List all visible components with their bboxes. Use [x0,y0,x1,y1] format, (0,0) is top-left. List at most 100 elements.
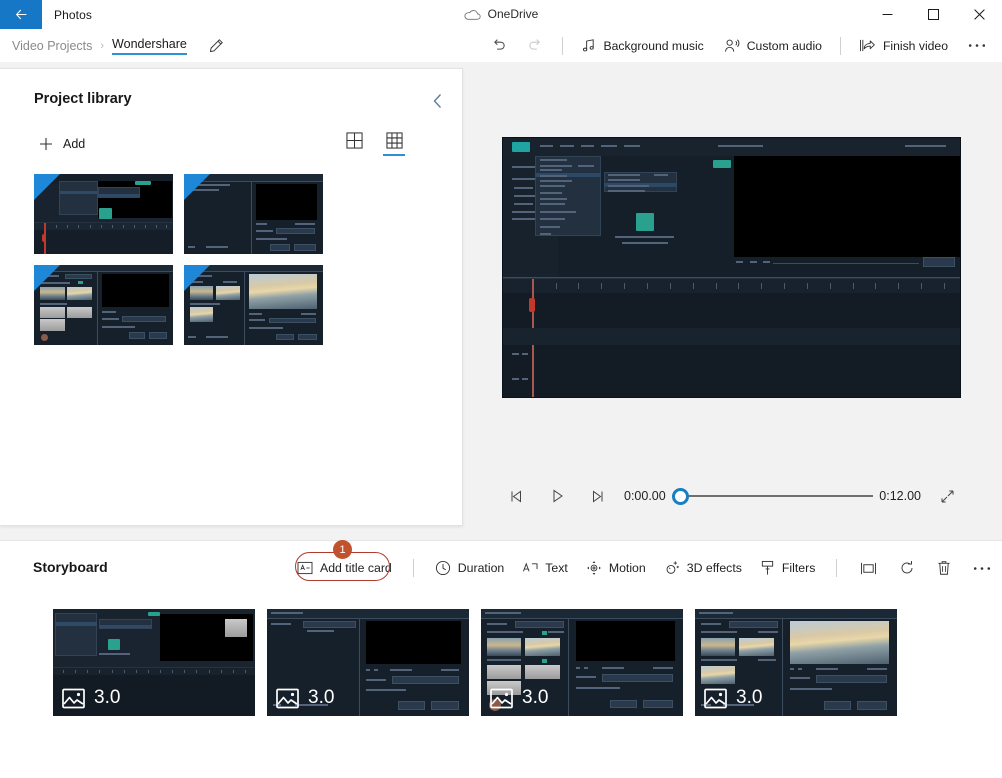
next-frame-icon [593,490,603,502]
grid-3x3-icon [385,132,403,149]
background-music-label: Background music [603,38,704,53]
custom-audio-label: Custom audio [746,38,822,53]
undo-icon [494,39,506,50]
project-library-title: Project library [34,91,132,107]
rename-project-button[interactable] [209,38,224,53]
clock-icon [435,560,450,576]
sparkle-icon [666,561,679,574]
duration-button[interactable]: Duration [426,555,513,581]
storyboard-clips: 3.0 3.0 3.0 3.0 [53,609,897,716]
back-arrow-icon [15,9,26,20]
background-music-button[interactable]: Background music [571,29,713,62]
breadcrumb: Video Projects › Wondershare [12,37,224,55]
storyboard-clip-1[interactable]: 3.0 [53,609,255,716]
fullscreen-icon [941,490,953,502]
close-button[interactable] [956,0,1002,29]
3d-effects-button[interactable]: 3D effects [655,555,751,581]
library-actions-row: Add [34,132,434,162]
collapse-library-button[interactable] [426,89,450,113]
command-divider-2 [839,36,841,55]
add-media-button[interactable]: Add [34,132,89,156]
music-note-icon [583,39,595,52]
share-export-icon [859,39,875,52]
onedrive-status[interactable]: OneDrive [464,7,538,21]
storyboard-clip-4[interactable]: 3.0 [695,609,897,716]
cloud-icon [464,9,481,20]
video-badge-icon [34,265,60,291]
grid-2x2-icon [345,132,363,149]
motion-button[interactable]: Motion [577,555,655,581]
ellipsis-icon [968,44,986,47]
command-more-button[interactable] [958,29,1002,62]
pencil-icon [209,39,223,53]
video-preview[interactable] [502,137,961,398]
video-badge-icon [34,174,60,200]
window-controls [864,0,1002,29]
clip-duration: 3.0 [94,687,121,708]
next-frame-button[interactable] [582,483,612,509]
playback-scrubber[interactable] [671,486,874,506]
scrubber-track [671,495,874,497]
close-icon [973,9,985,20]
project-thumb-1[interactable] [34,174,173,254]
3d-effects-label: 3D effects [686,561,742,575]
small-grid-view-button[interactable] [380,132,408,161]
chevron-left-icon [433,94,442,108]
project-thumb-4[interactable] [184,265,323,345]
finish-video-button[interactable]: Finish video [849,29,958,62]
filters-button[interactable]: Filters [751,555,824,581]
resize-button[interactable] [849,556,888,581]
large-grid-view-button[interactable] [340,132,368,161]
add-title-card-button[interactable]: Add title card [288,556,401,580]
image-icon [62,688,85,708]
storyboard-title: Storyboard [33,559,108,575]
storyboard-panel: Storyboard Add title card Duration Text … [0,540,1002,778]
filters-label: Filters [781,561,816,575]
add-media-label: Add [63,137,86,151]
previous-frame-icon [511,490,521,502]
delete-button[interactable] [926,555,962,581]
custom-audio-button[interactable]: Custom audio [714,29,832,62]
command-bar: Video Projects › Wondershare Background … [0,29,1002,62]
redo-icon [529,39,541,50]
crop-resize-icon [861,562,877,574]
breadcrumb-parent[interactable]: Video Projects [12,39,92,53]
maximize-icon [927,9,939,20]
playback-controls: 0:00.00 0:12.00 [502,482,961,510]
annotation-step-badge: 1 [333,540,352,559]
back-button[interactable] [0,0,42,29]
storyboard-more-button[interactable] [962,561,1002,576]
brush-icon [761,560,774,575]
scrubber-handle[interactable] [671,487,689,505]
redo-button[interactable] [517,29,554,62]
breadcrumb-current[interactable]: Wondershare [112,37,187,55]
storyboard-divider-2 [836,559,838,577]
maximize-button[interactable] [910,0,956,29]
project-library-panel: Project library Add [0,68,463,526]
undo-button[interactable] [480,29,517,62]
clip-metadata: 3.0 [704,687,762,709]
clip-duration: 3.0 [522,687,549,708]
duration-label: Duration [457,561,505,575]
play-icon [553,489,563,503]
add-title-card-label: Add title card [320,561,392,575]
breadcrumb-separator: › [100,39,105,52]
project-thumb-2[interactable] [184,174,323,254]
previous-frame-button[interactable] [502,483,532,509]
text-button[interactable]: Text [513,556,577,581]
clip-metadata: 3.0 [490,687,548,709]
minimize-button[interactable] [864,0,910,29]
storyboard-clip-3[interactable]: 3.0 [481,609,683,716]
storyboard-clip-2[interactable]: 3.0 [267,609,469,716]
play-button[interactable] [542,483,572,509]
project-thumb-3[interactable] [34,265,173,345]
preview-screen [502,137,961,398]
fullscreen-button[interactable] [933,483,961,509]
image-icon [276,688,299,708]
motion-icon [586,561,601,575]
finish-video-label: Finish video [882,38,948,53]
ellipsis-icon [974,566,991,570]
app-title: Photos [54,7,92,22]
photos-video-editor-window: Photos OneDrive Video Projects › Wonders… [0,0,1002,778]
rotate-button[interactable] [888,555,926,581]
